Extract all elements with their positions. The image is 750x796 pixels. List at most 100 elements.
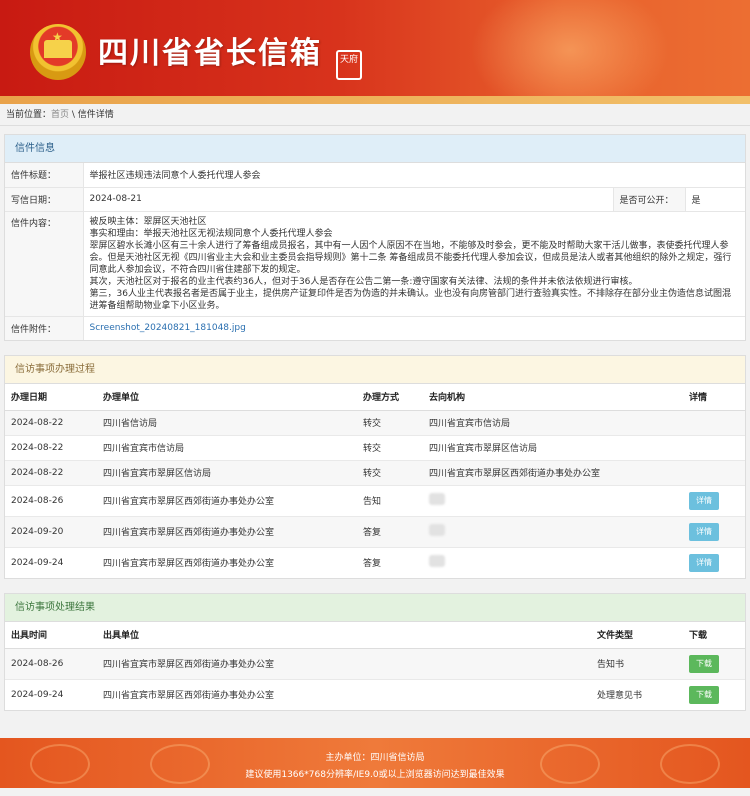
row-detail — [683, 435, 745, 461]
table-row: 2024-09-24 四川省宜宾市翠屏区西郊街道办事处办公室 答复 详情 — [5, 547, 745, 578]
download-button[interactable]: 下载 — [689, 685, 719, 704]
content-paragraph: 事实和理由：举报天池社区无视法规同意个人委托代理人参会 — [89, 228, 333, 239]
detail-button[interactable]: 详情 — [689, 522, 719, 541]
row-date: 2024-08-22 — [5, 410, 97, 436]
redacted-blur — [429, 524, 445, 536]
row-dest — [423, 485, 683, 517]
row-date: 2024-08-22 — [5, 435, 97, 461]
row-method: 转交 — [357, 410, 423, 436]
redacted-blur — [429, 555, 445, 568]
letter-info-heading: 信件信息 — [5, 135, 745, 163]
table-row: 2024-08-26 四川省宜宾市翠屏区西郊街道办事处办公室 告知 详情 — [5, 485, 745, 517]
process-header-row: 办理日期 办理单位 办理方式 去向机构 详情 — [5, 384, 745, 411]
row-date: 2024-09-24 — [11, 557, 64, 568]
detail-button[interactable]: 详情 — [689, 553, 719, 572]
row-unit: 四川省宜宾市翠屏区西郊街道办事处办公室 — [97, 516, 357, 548]
row-method: 转交 — [357, 435, 423, 461]
detail-button[interactable]: 详情 — [689, 491, 719, 510]
row-unit: 四川省宜宾市翠屏区信访局 — [97, 460, 357, 486]
process-heading: 信访事项办理过程 — [5, 356, 745, 384]
row-detail: 详情 — [683, 547, 745, 578]
row-date: 2024-08-26 — [5, 485, 97, 517]
footer-decoration — [30, 744, 90, 784]
download-button[interactable]: 下载 — [689, 654, 719, 673]
content-value: 被反映主体：翠屏区天池社区 事实和理由：举报天池社区无视法规同意个人委托代理人参… — [83, 211, 745, 317]
column-header: 办理方式 — [357, 384, 423, 411]
table-row: 2024-09-20 四川省宜宾市翠屏区西郊街道办事处办公室 答复 详情 — [5, 516, 745, 548]
row-dest: 四川省宜宾市翠屏区西郊街道办事处办公室 — [423, 460, 683, 486]
row-method: 答复 — [363, 559, 382, 570]
column-header: 出具时间 — [5, 622, 97, 649]
header-glow — [470, 0, 670, 96]
emblem-gate — [44, 40, 72, 58]
redacted-blur — [429, 493, 445, 505]
content-paragraph: 翠屏区碧水长滩小区有三十余人进行了筹备组成员报名，其中有一人因个人原因不在当地，… — [89, 240, 732, 275]
column-header: 办理单位 — [97, 384, 357, 411]
date-value: 2024-08-21 — [83, 187, 613, 212]
content-paragraph: 第三，36人业主代表报名者是否属于业主，提供房产证复印件是否为伪造的并未确认。业… — [89, 288, 731, 311]
row-dest — [423, 516, 683, 548]
breadcrumb: 当前位置：首页 \ 信件详情 — [0, 104, 750, 126]
attachment-link[interactable]: Screenshot_20240821_181048.jpg — [83, 316, 745, 340]
subject-value: 举报社区违规违法同意个人委托代理人参会 — [83, 163, 745, 188]
row-type: 处理意见书 — [597, 691, 643, 702]
subject-row: 信件标题： 举报社区违规违法同意个人委托代理人参会 — [5, 163, 745, 188]
results-table: 出具时间 出具单位 文件类型 下载 2024-08-26 四川省宜宾市翠屏区西郊… — [5, 622, 745, 710]
row-unit: 四川省信访局 — [97, 410, 357, 436]
footer-host: 主办单位：四川省信访局 — [325, 753, 425, 763]
row-unit: 四川省宜宾市信访局 — [97, 435, 357, 461]
content-paragraph: 其次，天池社区对于报名的业主代表约36人，但对于36人是否存在公告二第一条:遵守… — [89, 276, 638, 287]
column-header: 文件类型 — [591, 622, 683, 649]
row-date: 2024-09-20 — [5, 516, 97, 548]
column-header: 去向机构 — [423, 384, 683, 411]
table-row: 2024-08-22 四川省信访局 转交 四川省宜宾市信访局 — [5, 410, 745, 436]
seal-logo: 天府 — [336, 50, 362, 80]
row-unit: 四川省宜宾市翠屏区西郊街道办事处办公室 — [97, 485, 357, 517]
row-download: 下载 — [683, 679, 745, 710]
date-label: 写信日期： — [5, 187, 84, 212]
table-row: 2024-08-22 四川省宜宾市信访局 转交 四川省宜宾市翠屏区信访局 — [5, 435, 745, 461]
column-header: 下载 — [683, 622, 745, 649]
process-table: 办理日期 办理单位 办理方式 去向机构 详情 2024-08-22 四川省信访局… — [5, 384, 745, 578]
attachment-label: 信件附件： — [5, 316, 84, 340]
column-header: 办理日期 — [5, 384, 97, 411]
date-row: 写信日期： 2024-08-21 是否可公开： 是 — [5, 187, 745, 212]
footer-decoration — [660, 744, 720, 784]
subject-label: 信件标题： — [5, 163, 84, 188]
site-footer: 主办单位：四川省信访局 建议使用1366*768分辨率/IE9.0或以上浏览器访… — [0, 738, 750, 788]
table-row: 2024-08-22 四川省宜宾市翠屏区信访局 转交 四川省宜宾市翠屏区西郊街道… — [5, 460, 745, 486]
row-method: 转交 — [357, 460, 423, 486]
letter-info-panel: 信件信息 信件标题： 举报社区违规违法同意个人委托代理人参会 写信日期： 202… — [4, 134, 746, 341]
public-value: 是 — [685, 187, 745, 212]
content-row: 信件内容： 被反映主体：翠屏区天池社区 事实和理由：举报天池社区无视法规同意个人… — [5, 211, 745, 317]
content-paragraph: 被反映主体：翠屏区天池社区 — [89, 216, 207, 227]
letter-info-table: 信件标题： 举报社区违规违法同意个人委托代理人参会 写信日期： 2024-08-… — [5, 163, 745, 340]
breadcrumb-current: 信件详情 — [77, 110, 114, 120]
row-unit: 四川省宜宾市翠屏区西郊街道办事处办公室 — [97, 648, 591, 680]
site-header: ★ 四川省省长信箱 天府 — [0, 0, 750, 96]
row-unit: 四川省宜宾市翠屏区西郊街道办事处办公室 — [103, 691, 275, 702]
table-row: 2024-08-26 四川省宜宾市翠屏区西郊街道办事处办公室 告知书 下载 — [5, 648, 745, 680]
results-panel: 信访事项处理结果 出具时间 出具单位 文件类型 下载 2024-08-26 四川… — [4, 593, 746, 711]
row-dest — [423, 547, 683, 578]
breadcrumb-home-link[interactable]: 首页 — [51, 110, 69, 120]
row-type: 告知书 — [591, 648, 683, 680]
national-emblem-icon: ★ — [30, 24, 86, 80]
footer-advice: 建议使用1366*768分辨率/IE9.0或以上浏览器访问达到最佳效果 — [245, 770, 505, 780]
row-dest: 四川省宜宾市翠屏区信访局 — [423, 435, 683, 461]
site-title: 四川省省长信箱 — [98, 36, 322, 71]
breadcrumb-prefix: 当前位置： — [6, 110, 52, 120]
footer-decoration — [540, 744, 600, 784]
row-date: 2024-09-24 — [11, 689, 64, 700]
row-download: 下载 — [683, 648, 745, 680]
results-heading: 信访事项处理结果 — [5, 594, 745, 622]
row-detail: 详情 — [683, 485, 745, 517]
table-row: 2024-09-24 四川省宜宾市翠屏区西郊街道办事处办公室 处理意见书 下载 — [5, 679, 745, 710]
column-header: 详情 — [683, 384, 745, 411]
results-header-row: 出具时间 出具单位 文件类型 下载 — [5, 622, 745, 649]
row-detail: 详情 — [683, 516, 745, 548]
public-label: 是否可公开： — [612, 187, 686, 212]
process-panel: 信访事项办理过程 办理日期 办理单位 办理方式 去向机构 详情 2024-08-… — [4, 355, 746, 579]
row-detail — [683, 410, 745, 436]
row-detail — [683, 460, 745, 486]
